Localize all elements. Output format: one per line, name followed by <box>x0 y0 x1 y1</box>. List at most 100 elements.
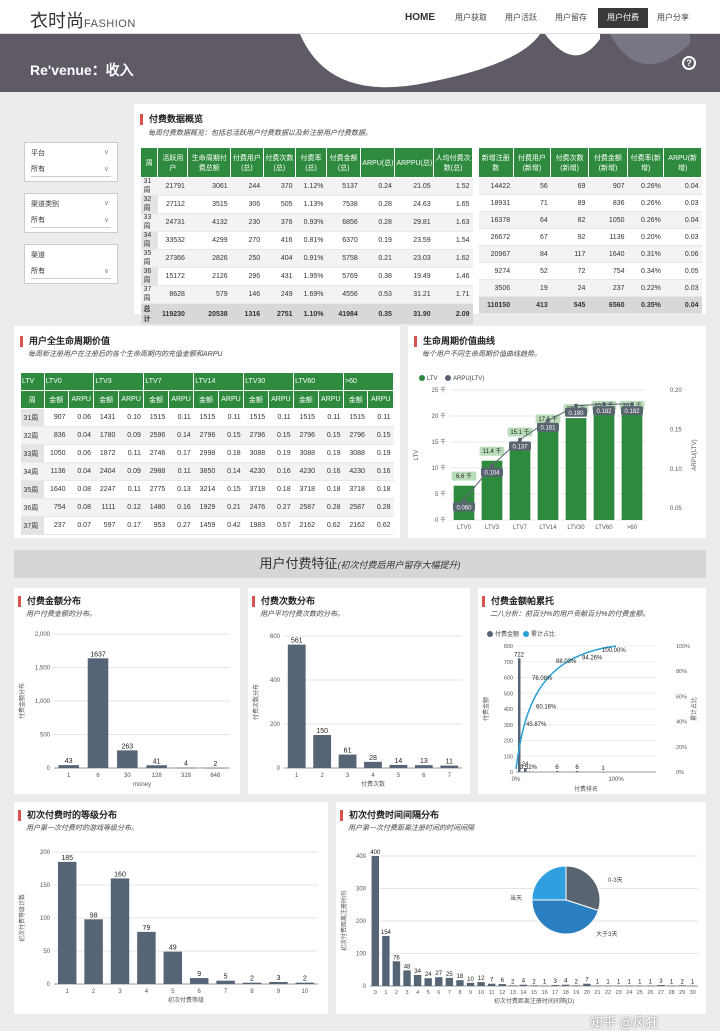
x-tick-label: 20 <box>584 990 590 996</box>
bar <box>636 985 644 987</box>
arpu-label: 0.161 <box>540 426 556 432</box>
table-cell: 0.16 <box>268 462 294 481</box>
table-cell: 92 <box>550 228 589 246</box>
bar <box>621 414 643 520</box>
bar <box>364 761 382 768</box>
x-tick-label: 4 <box>416 990 419 996</box>
table-cell: 953 <box>143 516 169 535</box>
nav-user-retention[interactable]: 用户留存 <box>550 8 592 28</box>
data-label: 43 <box>65 758 73 765</box>
table-cell: 0.14 <box>168 426 194 445</box>
x-tick-label: 14 <box>520 990 526 996</box>
table-header-row: 新增注册数 付费用户(新增) 付费次数(新增) 付费金额(新增) 付费率(新增) ARPU… <box>478 147 702 178</box>
bar <box>424 978 432 986</box>
y-tick-label: 300 <box>356 887 367 893</box>
table-cell: 23.03 <box>394 249 434 268</box>
bar <box>657 985 665 986</box>
y-tick-label: 200 <box>356 919 367 925</box>
legend-label: LTV <box>427 376 438 382</box>
table-cell: 0.11 <box>367 408 394 427</box>
data-label: 11 <box>446 759 453 766</box>
filter-channel[interactable]: 渠道 所有 ∨ <box>24 244 118 284</box>
column-header: ARPU <box>367 390 394 409</box>
bar <box>540 985 549 987</box>
column-header: 付费金额(总) <box>325 147 362 178</box>
x-tick-label: 1 <box>66 989 70 995</box>
nav-home[interactable]: HOME <box>400 8 440 28</box>
table-cell: 0.20% <box>627 228 664 246</box>
arpu-label: 0.182 <box>596 409 612 415</box>
x-axis-label: 初次付费等级 <box>168 996 204 1004</box>
y-tick-label: 0 <box>47 766 51 772</box>
table-cell: 0.38 <box>360 267 395 286</box>
filter-channel-type[interactable]: 渠道类别 ∨ 所有 ∨ <box>24 193 118 233</box>
x-tick-label: 5 <box>171 989 175 995</box>
divider-note: (初次付费后用户留存大幅提升) <box>337 560 461 570</box>
data-label: 3 <box>553 979 557 985</box>
y-tick-label: 200 <box>504 739 513 745</box>
legend-label: ARPU(LTV) <box>453 376 484 382</box>
x-tick-label: 18 <box>563 990 569 996</box>
filter-select[interactable]: 所有 <box>31 265 111 279</box>
bar <box>572 985 581 986</box>
table-cell: 0.15 <box>218 480 244 499</box>
logo[interactable]: 衣时尚FASHION <box>30 7 136 33</box>
column-header: ARPPU(总) <box>394 147 435 178</box>
nav-user-active[interactable]: 用户活跃 <box>500 8 542 28</box>
bar <box>84 919 103 984</box>
bar <box>593 985 602 987</box>
nav-user-share[interactable]: 用户分享 <box>652 8 694 28</box>
table-cell: 0.10 <box>118 408 144 427</box>
table-cell: 27366 <box>157 249 188 268</box>
overview-title: 付费数据概览 <box>140 114 203 125</box>
table-cell: 4299 <box>187 231 231 250</box>
x-tick-label: 0 <box>374 990 377 996</box>
table-cell: 0.19 <box>318 444 344 463</box>
table-cell: 2796 <box>293 426 319 445</box>
table-cell: 2162 <box>293 516 319 535</box>
filter-platform[interactable]: 平台 ∨ 所有 ∨ <box>24 142 118 182</box>
bar <box>403 970 411 986</box>
x-tick-label: 6 <box>422 773 426 779</box>
bar <box>456 980 464 986</box>
table-cell: 37周 <box>20 516 45 535</box>
x-tick-label: 5 <box>397 773 401 779</box>
bar <box>242 982 262 984</box>
table-cell: 23.59 <box>394 231 434 250</box>
data-label: 1 <box>638 980 642 986</box>
table-cell: 110150 <box>478 296 514 314</box>
column-header: ARPU <box>267 390 295 409</box>
y-tick-label: 0 千 <box>435 516 446 524</box>
x-tick-label: 29 <box>679 990 685 996</box>
x-tick-label: 27 <box>658 990 664 996</box>
cumulative-label: 88.03% <box>556 659 577 665</box>
divider-title: 用户付费特征 <box>259 556 338 571</box>
table-cell: 29.81 <box>394 213 434 232</box>
y-tick-label: 0 <box>510 770 513 776</box>
y2-tick-label: 100% <box>676 644 690 650</box>
data-label: 2 <box>303 976 307 983</box>
cumulative-label: 94.26% <box>582 656 603 662</box>
table-cell: 2796 <box>343 426 368 445</box>
nav-user-payment[interactable]: 用户付费 <box>598 8 648 28</box>
filter-select[interactable]: 所有 <box>31 214 111 228</box>
table-cell: 0.04 <box>68 426 94 445</box>
y2-tick-label: 40% <box>676 720 687 726</box>
column-header: 新增注册数 <box>478 147 514 178</box>
x-tick-label: 7 <box>448 773 452 779</box>
table-cell: 0.93% <box>295 213 327 232</box>
table-cell: 0.19 <box>367 444 394 463</box>
table-row: 34周 33532 4299 270 416 0.81% 6370 0.19 23.59 1.54 <box>140 231 473 250</box>
table-row: 14422 56 69 907 0.26% 0.04 <box>478 177 702 195</box>
filter-select[interactable]: 所有 <box>31 163 111 177</box>
level-dist-subtitle: 用户第一次付费时的游戏等级分布。 <box>26 825 138 832</box>
table-cell: 5137 <box>326 177 361 196</box>
table-cell: 3718 <box>243 480 269 499</box>
x-tick-label: 1 <box>67 773 71 779</box>
table-cell: 0.18 <box>218 444 244 463</box>
nav-user-acquisition[interactable]: 用户获取 <box>450 8 492 28</box>
y-axis-label: 付费金额 <box>482 697 490 721</box>
table-cell: 0.18 <box>268 480 294 499</box>
x-tick-label: 11 <box>489 990 495 996</box>
help-icon[interactable]: ? <box>682 56 696 70</box>
